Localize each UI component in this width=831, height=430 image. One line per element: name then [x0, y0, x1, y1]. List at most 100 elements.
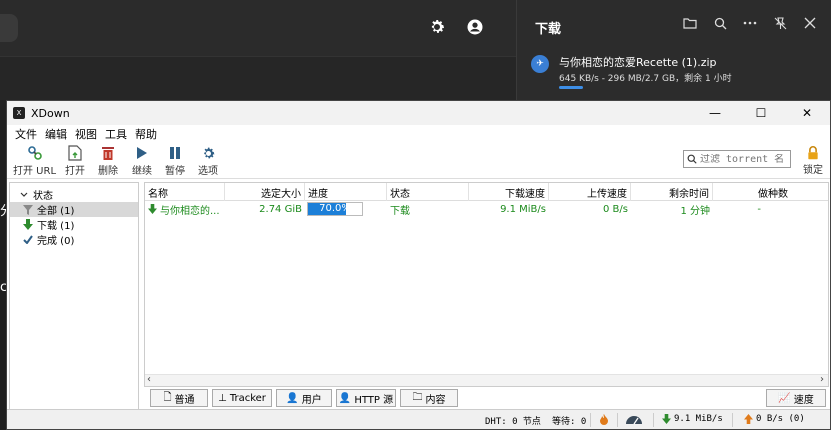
tracker-icon: ⊥ — [218, 392, 227, 404]
transfer-table: 名称 选定大小 进度 状态 下载速度 上传速度 剩余时间 做种数 与你相恋的..… — [144, 182, 829, 387]
play-icon — [133, 145, 151, 161]
pause-button[interactable]: 暂停 — [165, 145, 185, 177]
scroll-left-icon[interactable]: ‹ — [147, 374, 151, 385]
upload-arrow-icon — [744, 414, 753, 424]
tab-label: 普通 — [174, 394, 195, 406]
column-header-seeds[interactable]: 做种数 — [713, 183, 791, 201]
column-header-size[interactable]: 选定大小 — [225, 183, 305, 201]
table-header: 名称 选定大小 进度 状态 下载速度 上传速度 剩余时间 做种数 — [145, 183, 828, 201]
menu-edit[interactable]: 编辑 — [41, 126, 71, 142]
open-url-label: 打开 URL — [13, 166, 57, 177]
xdown-window: X XDown — ☐ ✕ 文件 编辑 视图 工具 帮助 打开 URL 打开 删… — [6, 100, 831, 430]
upload-speed-text: 0 B/s (0) — [756, 414, 805, 424]
title-bar[interactable]: X XDown — ☐ ✕ — [7, 101, 830, 125]
resume-button[interactable]: 继续 — [132, 145, 152, 177]
speedometer-icon[interactable] — [625, 414, 643, 425]
browser-content — [0, 56, 520, 100]
column-header-down-speed[interactable]: 下载速度 — [469, 183, 549, 201]
sidebar-header[interactable]: 状态 — [10, 187, 138, 202]
speed-button[interactable]: 📈 速度 — [766, 389, 826, 407]
sidebar-header-label: 状态 — [33, 191, 53, 202]
scroll-right-icon[interactable]: › — [820, 374, 824, 385]
cell-name-text: 与你相恋的... — [160, 205, 220, 217]
detail-tabs: 🗋 普通 ⊥ Tracker 👤 用户 👤 HTTP 源 🗀 内容 📈 速度 — [144, 389, 829, 409]
search-icon[interactable] — [711, 14, 729, 32]
trash-icon — [99, 145, 117, 161]
column-header-status[interactable]: 状态 — [387, 183, 469, 201]
column-header-name[interactable]: 名称 — [145, 183, 225, 201]
upload-speed-status: 0 B/s (0) — [744, 414, 805, 424]
download-arrow-icon — [22, 219, 34, 230]
open-label: 打开 — [65, 166, 85, 177]
unpin-icon[interactable] — [771, 14, 789, 32]
cell-size: 2.74 GiB — [259, 203, 302, 215]
toolbar: 打开 URL 打开 删除 继续 暂停 选项 过滤 torrent 名... 锁定 — [7, 143, 830, 179]
tab-general[interactable]: 🗋 普通 — [150, 389, 208, 407]
open-file-icon — [66, 145, 84, 161]
delete-button[interactable]: 删除 — [98, 145, 118, 177]
menu-file[interactable]: 文件 — [11, 126, 41, 142]
cell-status: 下载 — [390, 205, 410, 217]
cell-seeds: - — [757, 203, 761, 215]
minimize-button[interactable]: — — [692, 101, 738, 125]
tab-label: 用户 — [301, 394, 322, 406]
sidebar-item-all[interactable]: 全部 (1) — [10, 202, 138, 217]
download-progress-bar — [559, 86, 584, 89]
status-sidebar: 状态 全部 (1) 下载 (1) 完成 (0) — [9, 182, 139, 410]
options-label: 选项 — [198, 166, 218, 177]
page-icon: 🗋 — [163, 391, 172, 403]
divider — [732, 413, 733, 427]
folder-icon[interactable] — [681, 14, 699, 32]
close-button[interactable]: ✕ — [784, 101, 830, 125]
column-header-eta[interactable]: 剩余时间 — [631, 183, 713, 201]
open-url-button[interactable]: 打开 URL — [13, 145, 56, 177]
chart-icon: 📈 — [778, 392, 791, 404]
filter-input[interactable] — [700, 153, 786, 165]
cell-up-speed: 0 B/s — [603, 203, 628, 215]
cell-down-speed: 9.1 MiB/s — [500, 203, 546, 215]
gear-icon[interactable] — [426, 16, 448, 38]
download-arrow-icon — [662, 414, 671, 424]
main-content: 状态 全部 (1) 下载 (1) 完成 (0) 名称 选定大小 进度 状态 下载… — [7, 180, 831, 410]
menu-view[interactable]: 视图 — [71, 126, 101, 142]
progress-text: 70.0% — [319, 203, 351, 214]
sidebar-item-completed[interactable]: 完成 (0) — [10, 232, 138, 247]
divider — [653, 413, 654, 427]
chevron-down-icon — [18, 192, 30, 198]
filter-box[interactable] — [683, 150, 791, 168]
pause-label: 暂停 — [165, 166, 185, 177]
address-bar[interactable] — [0, 14, 18, 42]
folder-icon: 🗀 — [412, 391, 423, 403]
divider — [617, 413, 618, 427]
table-row[interactable]: 与你相恋的... 2.74 GiB 70.0% 下载 9.1 MiB/s 0 B… — [145, 201, 828, 217]
settings-icon — [199, 145, 217, 161]
column-header-progress[interactable]: 进度 — [305, 183, 387, 201]
zip-file-icon: ✈ — [531, 55, 549, 73]
tab-content[interactable]: 🗀 内容 — [400, 389, 458, 407]
more-icon[interactable] — [741, 14, 759, 32]
lock-button[interactable]: 锁定 — [797, 146, 829, 176]
sidebar-item-label: 全部 (1) — [37, 206, 75, 217]
account-icon[interactable] — [464, 16, 486, 38]
filter-icon — [22, 204, 34, 215]
dht-status: DHT: 0 节点 — [485, 417, 541, 427]
close-icon[interactable] — [801, 14, 819, 32]
download-filename[interactable]: 与你相恋的恋爱Recette (1).zip — [559, 54, 717, 70]
wait-status: 等待: 0 — [552, 417, 587, 427]
tab-tracker[interactable]: ⊥ Tracker — [212, 389, 272, 407]
sidebar-item-downloading[interactable]: 下载 (1) — [10, 217, 138, 232]
maximize-button[interactable]: ☐ — [738, 101, 784, 125]
tab-peers[interactable]: 👤 用户 — [276, 389, 332, 407]
tab-http-sources[interactable]: 👤 HTTP 源 — [336, 389, 396, 407]
cell-progress: 70.0% — [305, 201, 387, 217]
download-status: 645 KB/s - 296 MB/2.7 GB，剩余 1 小时 — [559, 74, 732, 84]
open-button[interactable]: 打开 — [65, 145, 85, 177]
cell-eta: 1 分钟 — [680, 205, 710, 217]
options-button[interactable]: 选项 — [198, 145, 218, 177]
menu-tools[interactable]: 工具 — [101, 126, 131, 142]
column-header-up-speed[interactable]: 上传速度 — [549, 183, 631, 201]
menu-help[interactable]: 帮助 — [131, 126, 161, 142]
horizontal-scrollbar[interactable]: ‹ › — [145, 374, 828, 386]
divider — [590, 413, 591, 427]
progress-bar: 70.0% — [307, 202, 363, 216]
